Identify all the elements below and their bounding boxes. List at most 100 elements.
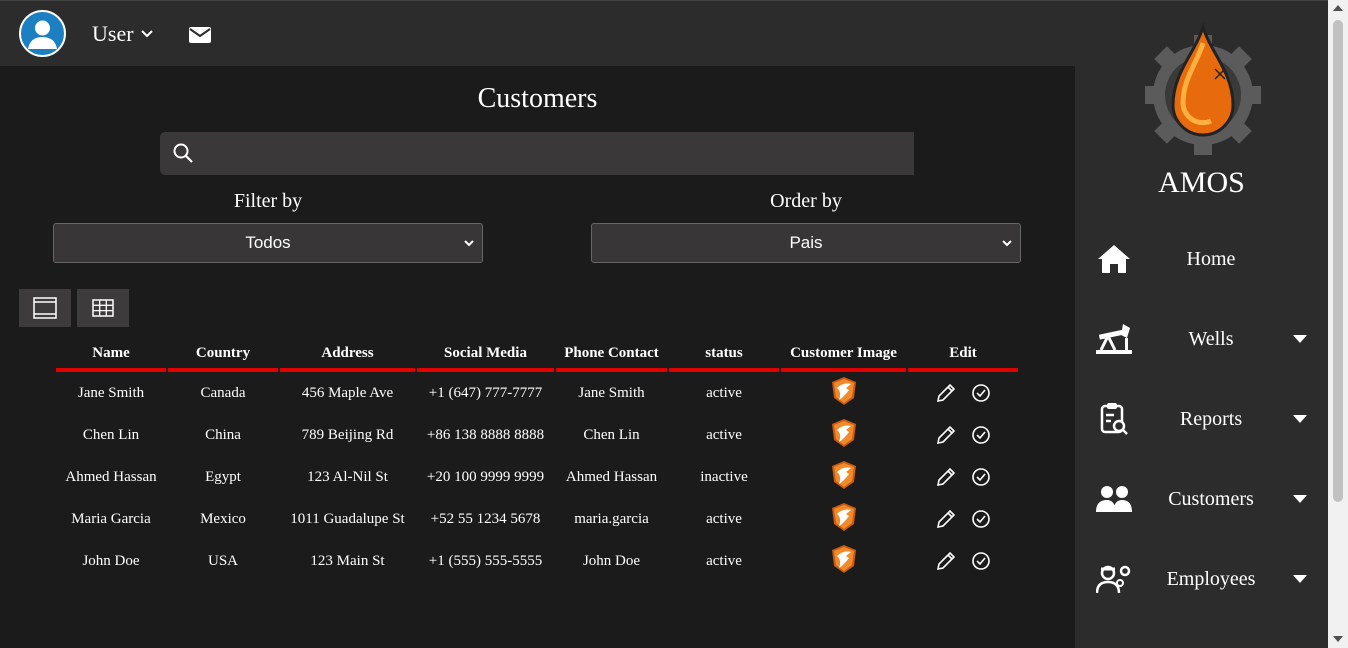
chevron-down-icon — [1002, 240, 1012, 247]
address-cell: 1011 Guadalupe St — [290, 510, 405, 527]
pencil-icon[interactable] — [935, 424, 957, 446]
users-icon — [1095, 481, 1133, 517]
column-header[interactable]: Customer Image — [781, 339, 906, 372]
phone-contact-cell: maria.garcia — [574, 510, 649, 527]
top-bar: User — [0, 0, 1075, 66]
name-cell: John Doe — [82, 552, 140, 569]
column-header[interactable]: status — [669, 339, 779, 372]
edit-actions — [910, 372, 1016, 414]
user-dropdown[interactable]: User — [92, 21, 154, 47]
caret-down-icon — [1293, 575, 1307, 583]
brand-name: AMOS — [1158, 166, 1245, 199]
filter-label: Filter by — [233, 190, 303, 212]
status-cell: active — [706, 384, 742, 401]
filter-select[interactable]: Todos — [53, 223, 483, 263]
customer-image-cell — [781, 456, 906, 498]
caret-down-icon — [1293, 495, 1307, 503]
oil-pump-icon — [1095, 321, 1133, 357]
name-cell: Jane Smith — [77, 384, 145, 401]
social-media-cell: +1 (555) 555-5555 — [428, 552, 543, 569]
edit-cell — [908, 540, 1018, 582]
pencil-icon[interactable] — [935, 466, 957, 488]
customer-image-cell — [781, 498, 906, 540]
edit-actions — [910, 540, 1016, 582]
sidebar-item-employees[interactable]: Employees — [1075, 549, 1328, 609]
status-cell: active — [706, 510, 742, 527]
customer-image-cell — [781, 540, 906, 582]
column-header[interactable]: Edit — [908, 339, 1018, 372]
pencil-icon[interactable] — [935, 382, 957, 404]
grid-view-button[interactable] — [77, 289, 129, 327]
status-cell: active — [706, 426, 742, 443]
search-bar[interactable] — [160, 132, 914, 175]
user-avatar-icon[interactable] — [19, 10, 66, 57]
sidebar-item-wells[interactable]: Wells — [1075, 309, 1328, 369]
sidebar-item-reports[interactable]: Reports — [1075, 389, 1328, 449]
customer-logo-image — [831, 544, 856, 573]
caret-down-icon — [1293, 335, 1307, 343]
edit-cell — [908, 456, 1018, 498]
check-circle-icon[interactable] — [971, 551, 991, 571]
scroll-down-arrow-icon[interactable] — [1333, 636, 1343, 642]
edit-actions — [910, 498, 1016, 540]
column-header[interactable]: Country — [168, 339, 278, 372]
country-cell: Egypt — [205, 468, 241, 485]
home-icon — [1095, 241, 1133, 277]
name-cell: Chen Lin — [82, 426, 140, 443]
check-circle-icon[interactable] — [971, 383, 991, 403]
check-circle-icon[interactable] — [971, 425, 991, 445]
chevron-down-icon — [140, 30, 153, 38]
customer-image-cell — [781, 414, 906, 456]
main-content: Customers Filter by Todos Order by Pais — [0, 66, 1075, 648]
phone-contact-cell: John Doe — [582, 552, 641, 569]
status-cell: inactive — [700, 468, 748, 485]
edit-cell — [908, 498, 1018, 540]
column-header[interactable]: Social Media — [417, 339, 554, 372]
customer-logo-image — [831, 460, 856, 489]
grid-view-icon — [92, 299, 114, 317]
name-cell: Ahmed Hassan — [65, 468, 157, 485]
status-cell: active — [706, 552, 742, 569]
table-row: John Doe USA 123 Main St +1 (555) 555-5555 J… — [56, 540, 1018, 582]
sidebar-item-label: Wells — [1188, 327, 1234, 350]
scroll-up-arrow-icon[interactable] — [1333, 5, 1343, 11]
social-media-cell: +86 138 8888 8888 — [426, 426, 545, 443]
order-selected-value: Pais — [789, 233, 823, 252]
search-input[interactable] — [204, 132, 904, 175]
name-cell: Maria Garcia — [71, 510, 151, 527]
sidebar: AMOS Home Wells Reports Customers Employ… — [1075, 0, 1328, 648]
order-select[interactable]: Pais — [591, 223, 1021, 263]
sidebar-item-label: Reports — [1179, 407, 1243, 430]
column-header[interactable]: Name — [56, 339, 166, 372]
caret-down-icon — [1293, 415, 1307, 423]
sidebar-item-customers[interactable]: Customers — [1075, 469, 1328, 529]
check-circle-icon[interactable] — [971, 509, 991, 529]
list-view-button[interactable] — [19, 289, 71, 327]
vertical-scrollbar[interactable] — [1328, 0, 1348, 648]
country-cell: USA — [207, 552, 238, 569]
country-cell: Canada — [200, 384, 246, 401]
column-header[interactable]: Phone Contact — [556, 339, 667, 372]
customer-logo-image — [831, 418, 856, 447]
customer-logo-image — [831, 502, 856, 531]
check-circle-icon[interactable] — [971, 467, 991, 487]
social-media-cell: +1 (647) 777-7777 — [428, 384, 543, 401]
table-row: Chen Lin China 789 Beijing Rd +86 138 8888 … — [56, 414, 1018, 456]
edit-cell — [908, 372, 1018, 414]
address-cell: 789 Beijing Rd — [301, 426, 394, 443]
search-icon — [173, 143, 193, 163]
social-media-cell: +52 55 1234 5678 — [430, 510, 541, 527]
address-cell: 123 Main St — [310, 552, 385, 569]
scrollbar-thumb[interactable] — [1333, 20, 1343, 502]
sidebar-item-home[interactable]: Home — [1075, 229, 1328, 289]
customers-table: Name Country Address Social Media Phone … — [54, 339, 1020, 582]
column-header[interactable]: Address — [280, 339, 415, 372]
edit-cell — [908, 414, 1018, 456]
pencil-icon[interactable] — [935, 508, 957, 530]
clipboard-search-icon — [1095, 401, 1133, 437]
page-title: Customers — [477, 83, 598, 114]
table-row: Ahmed Hassan Egypt 123 Al-Nil St +20 100 99… — [56, 456, 1018, 498]
pencil-icon[interactable] — [935, 550, 957, 572]
mail-icon[interactable] — [188, 25, 212, 45]
address-cell: 123 Al-Nil St — [307, 468, 388, 485]
